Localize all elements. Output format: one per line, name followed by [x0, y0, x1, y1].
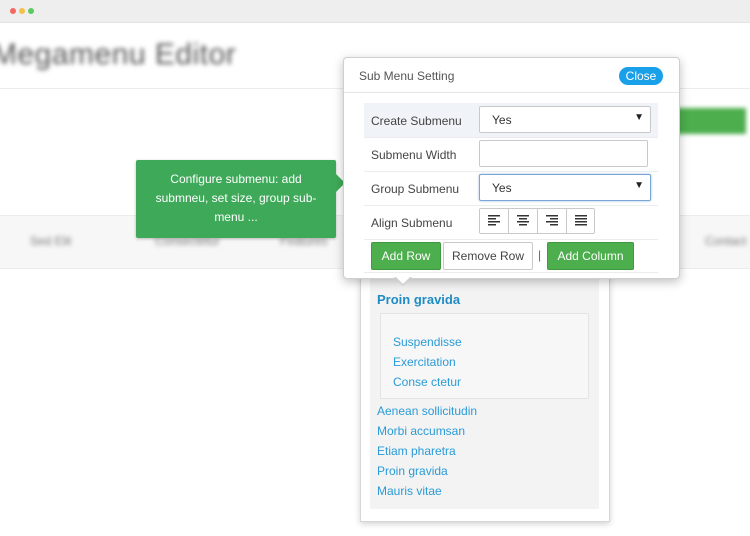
- dialog-header: Sub Menu Setting Close: [344, 58, 679, 93]
- close-button[interactable]: Close: [619, 67, 663, 85]
- create-submenu-row: Create Submenu Yes ▼: [364, 103, 658, 138]
- align-center-icon[interactable]: [509, 209, 538, 233]
- submenu-preview: Proin gravida Suspendisse Exercitation C…: [360, 272, 610, 522]
- submenu-column: Proin gravida Suspendisse Exercitation C…: [370, 279, 599, 509]
- button-separator: |: [538, 248, 542, 262]
- window-maximize-dot[interactable]: [28, 8, 34, 14]
- align-left-icon[interactable]: [480, 209, 509, 233]
- align-submenu-row: Align Submenu: [364, 205, 658, 240]
- submenu-heading[interactable]: Proin gravida: [377, 292, 460, 307]
- group-link[interactable]: Conse ctetur: [393, 375, 461, 389]
- group-submenu-select[interactable]: Yes ▼: [479, 174, 651, 201]
- select-value: Yes: [492, 113, 512, 127]
- help-tooltip: Configure submenu: add submneu, set size…: [136, 160, 345, 238]
- submenu-link[interactable]: Morbi accumsan: [377, 424, 465, 438]
- background-menu-item[interactable]: Sed Elit: [30, 234, 71, 248]
- window-close-dot[interactable]: [10, 8, 16, 14]
- dropdown-arrow-icon: ▼: [634, 180, 644, 191]
- group-link[interactable]: Exercitation: [393, 355, 456, 369]
- background-action-button[interactable]: [676, 108, 746, 134]
- create-submenu-select[interactable]: Yes ▼: [479, 106, 651, 133]
- submenu-width-row: Submenu Width: [364, 137, 658, 172]
- remove-row-button[interactable]: Remove Row: [443, 242, 533, 270]
- dropdown-arrow-icon: ▼: [634, 112, 644, 123]
- group-submenu-row: Group Submenu Yes ▼: [364, 171, 658, 206]
- add-column-button[interactable]: Add Column: [547, 242, 634, 270]
- submenu-link[interactable]: Mauris vitae: [377, 484, 442, 498]
- submenu-link[interactable]: Etiam pharetra: [377, 444, 456, 458]
- create-submenu-label: Create Submenu: [371, 114, 462, 128]
- align-right-icon[interactable]: [538, 209, 567, 233]
- sub-menu-setting-dialog: Sub Menu Setting Close Create Submenu Ye…: [343, 57, 680, 279]
- page-title-blurred: Megamenu Editor: [0, 38, 237, 71]
- submenu-link[interactable]: Aenean sollicitudin: [377, 404, 477, 418]
- tooltip-text: Configure submenu: add submneu, set size…: [155, 172, 317, 224]
- submenu-width-label: Submenu Width: [371, 148, 457, 162]
- align-submenu-label: Align Submenu: [371, 216, 453, 230]
- group-link[interactable]: Suspendisse: [393, 335, 462, 349]
- select-value: Yes: [492, 181, 512, 195]
- browser-chrome: [0, 0, 750, 23]
- align-button-group: [479, 208, 595, 234]
- submenu-width-input[interactable]: [479, 140, 648, 167]
- group-submenu-label: Group Submenu: [371, 182, 460, 196]
- dialog-pointer: [395, 276, 411, 284]
- window-minimize-dot[interactable]: [19, 8, 25, 14]
- dialog-title: Sub Menu Setting: [359, 69, 455, 83]
- add-row-button[interactable]: Add Row: [371, 242, 441, 270]
- divider: [364, 272, 658, 273]
- background-menu-item[interactable]: Contact: [705, 234, 746, 248]
- submenu-link[interactable]: Proin gravida: [377, 464, 448, 478]
- align-justify-icon[interactable]: [567, 209, 595, 233]
- submenu-group: Suspendisse Exercitation Conse ctetur: [380, 313, 589, 399]
